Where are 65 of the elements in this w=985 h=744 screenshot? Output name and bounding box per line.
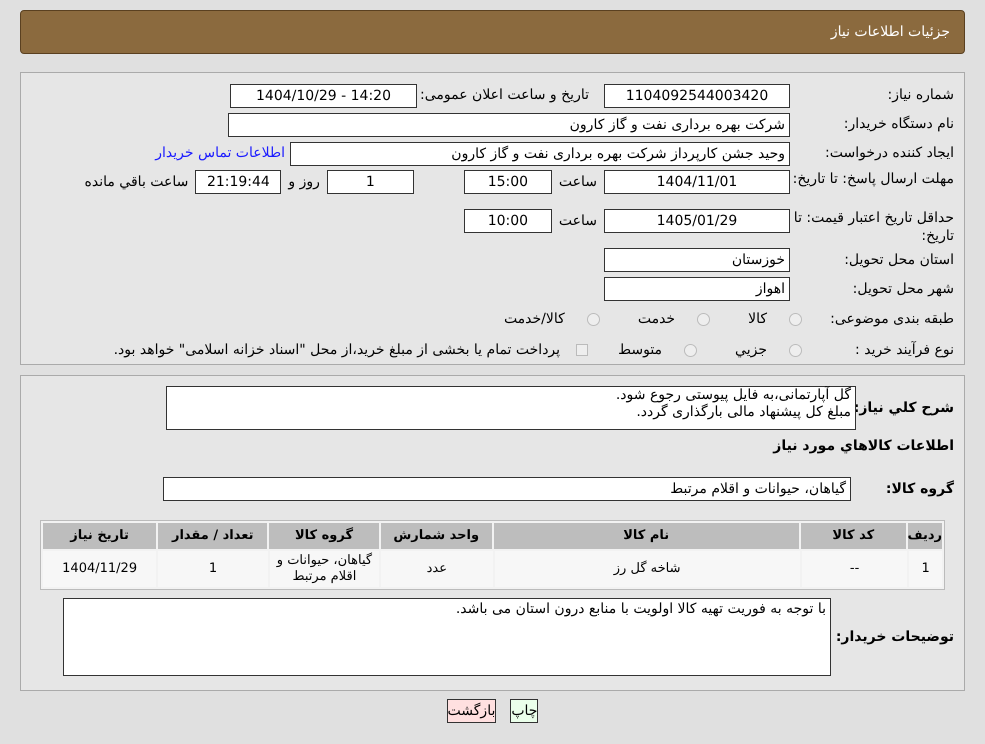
field-label: طبقه بندی موضوعی: — [830, 310, 954, 327]
text-field[interactable]: 1 — [326, 170, 414, 194]
radio-button[interactable] — [684, 344, 698, 357]
field-label: ساعت باقي مانده — [84, 174, 188, 190]
column-header: ردیف — [908, 523, 942, 549]
field-label: ساعت — [558, 174, 597, 190]
text-field[interactable]: 21:19:44 — [195, 170, 282, 194]
radio-button[interactable] — [789, 312, 802, 326]
table-cell: -- — [802, 551, 908, 587]
radio-button[interactable] — [697, 312, 710, 326]
field-label: نوع فرآیند خرید : — [855, 342, 954, 358]
field-label: تاریخ و ساعت اعلان عمومی: — [420, 87, 589, 104]
text-field[interactable]: 10:00 — [464, 208, 552, 233]
column-header: گروه کالا — [269, 523, 379, 549]
column-header: تاریخ نیاز — [43, 523, 156, 549]
field-label: روز و — [288, 174, 320, 190]
description-textarea[interactable]: گل آپارتمانی،به فایل پیوستی رجوع شود. مبلغ کل پیشنهاد مالی بارگذاری گردد. — [166, 386, 856, 430]
field-label: ساعت — [558, 212, 597, 229]
payment-note: پرداخت تمام یا بخشی از مبلغ خرید،از محل "اسناد خزانه اسلامی" خواهد بود. — [114, 340, 560, 360]
field-label: ایجاد کننده درخواست: — [825, 145, 954, 162]
field-label: جزيي — [735, 340, 767, 360]
column-header: نام کالا — [494, 523, 799, 549]
table-cell: 1 — [158, 551, 268, 587]
field-label: نام دستگاه خریدار: — [844, 116, 954, 132]
field-label: توضیحات خریدار: — [836, 628, 954, 644]
text-field[interactable]: 1404/11/01 — [604, 170, 790, 194]
field-label: شرح كلي نياز: — [854, 400, 954, 416]
description-line: گل آپارتمانی،به فایل پیوستی رجوع شود. — [614, 387, 851, 404]
field-label: شهر محل تحویل: — [852, 280, 954, 297]
column-header: کد کالا — [800, 523, 906, 549]
text-field[interactable]: 15:00 — [464, 170, 552, 194]
column-header: واحد شمارش — [380, 523, 492, 549]
table-cell: گیاهان، حیوانات و اقلام مرتبط — [270, 551, 380, 587]
field-label: اطلاعات كالاهاي مورد نياز — [773, 438, 954, 454]
page-title: جزئیات اطلاعات نیاز — [830, 22, 950, 42]
table-cell: 1404/11/29 — [42, 551, 156, 587]
table-cell: شاخه گل رز — [494, 551, 800, 587]
field-label: متوسط — [618, 340, 662, 360]
field-label: خدمت — [638, 310, 676, 329]
table-cell: 1 — [909, 551, 942, 587]
text-field[interactable]: وحید جشن کارپرداز شرکت بهره برداری نفت و گاز کارون — [290, 142, 790, 166]
text-field[interactable]: اهواز — [604, 277, 790, 302]
field-label: شماره نیاز: — [888, 87, 954, 104]
field-label: گروه کالا: — [886, 480, 954, 496]
column-header: تعداد / مقدار — [158, 523, 268, 549]
text-field[interactable]: 1405/01/29 — [604, 208, 790, 233]
note-checkbox-icon — [576, 344, 588, 356]
text-field[interactable]: 1404/10/29 - 14:20 — [230, 84, 417, 108]
radio-button[interactable] — [586, 312, 600, 326]
back-button[interactable]: بازگشت — [446, 699, 496, 723]
description-line: مبلغ کل پیشنهاد مالی بارگذاری گردد. — [635, 404, 851, 421]
contact-link[interactable]: اطلاعات تماس خریدار — [155, 143, 285, 164]
text-field[interactable]: 1104092544003420 — [604, 84, 790, 108]
field-label: حداقل تاریخ اعتبار قیمت: تا تاریخ: — [794, 210, 954, 244]
field-label: مهلت ارسال پاسخ: تا تاریخ: — [792, 170, 954, 187]
text-field[interactable]: گیاهان، حیوانات و اقلام مرتبط — [163, 477, 851, 501]
notes-textarea[interactable]: با توجه به فوریت تهیه کالا اولویت با منابع درون استان می باشد. — [63, 598, 831, 676]
text-field[interactable]: شرکت بهره برداری نفت و گاز کارون — [228, 112, 790, 137]
field-label: کالا — [748, 310, 767, 329]
text-field[interactable]: خوزستان — [604, 248, 790, 272]
field-label: کالا/خدمت — [504, 310, 565, 329]
field-label: استان محل تحویل: — [844, 252, 954, 268]
table-cell: عدد — [381, 551, 492, 587]
radio-button[interactable] — [789, 344, 802, 357]
print-button[interactable]: چاپ — [510, 699, 538, 723]
